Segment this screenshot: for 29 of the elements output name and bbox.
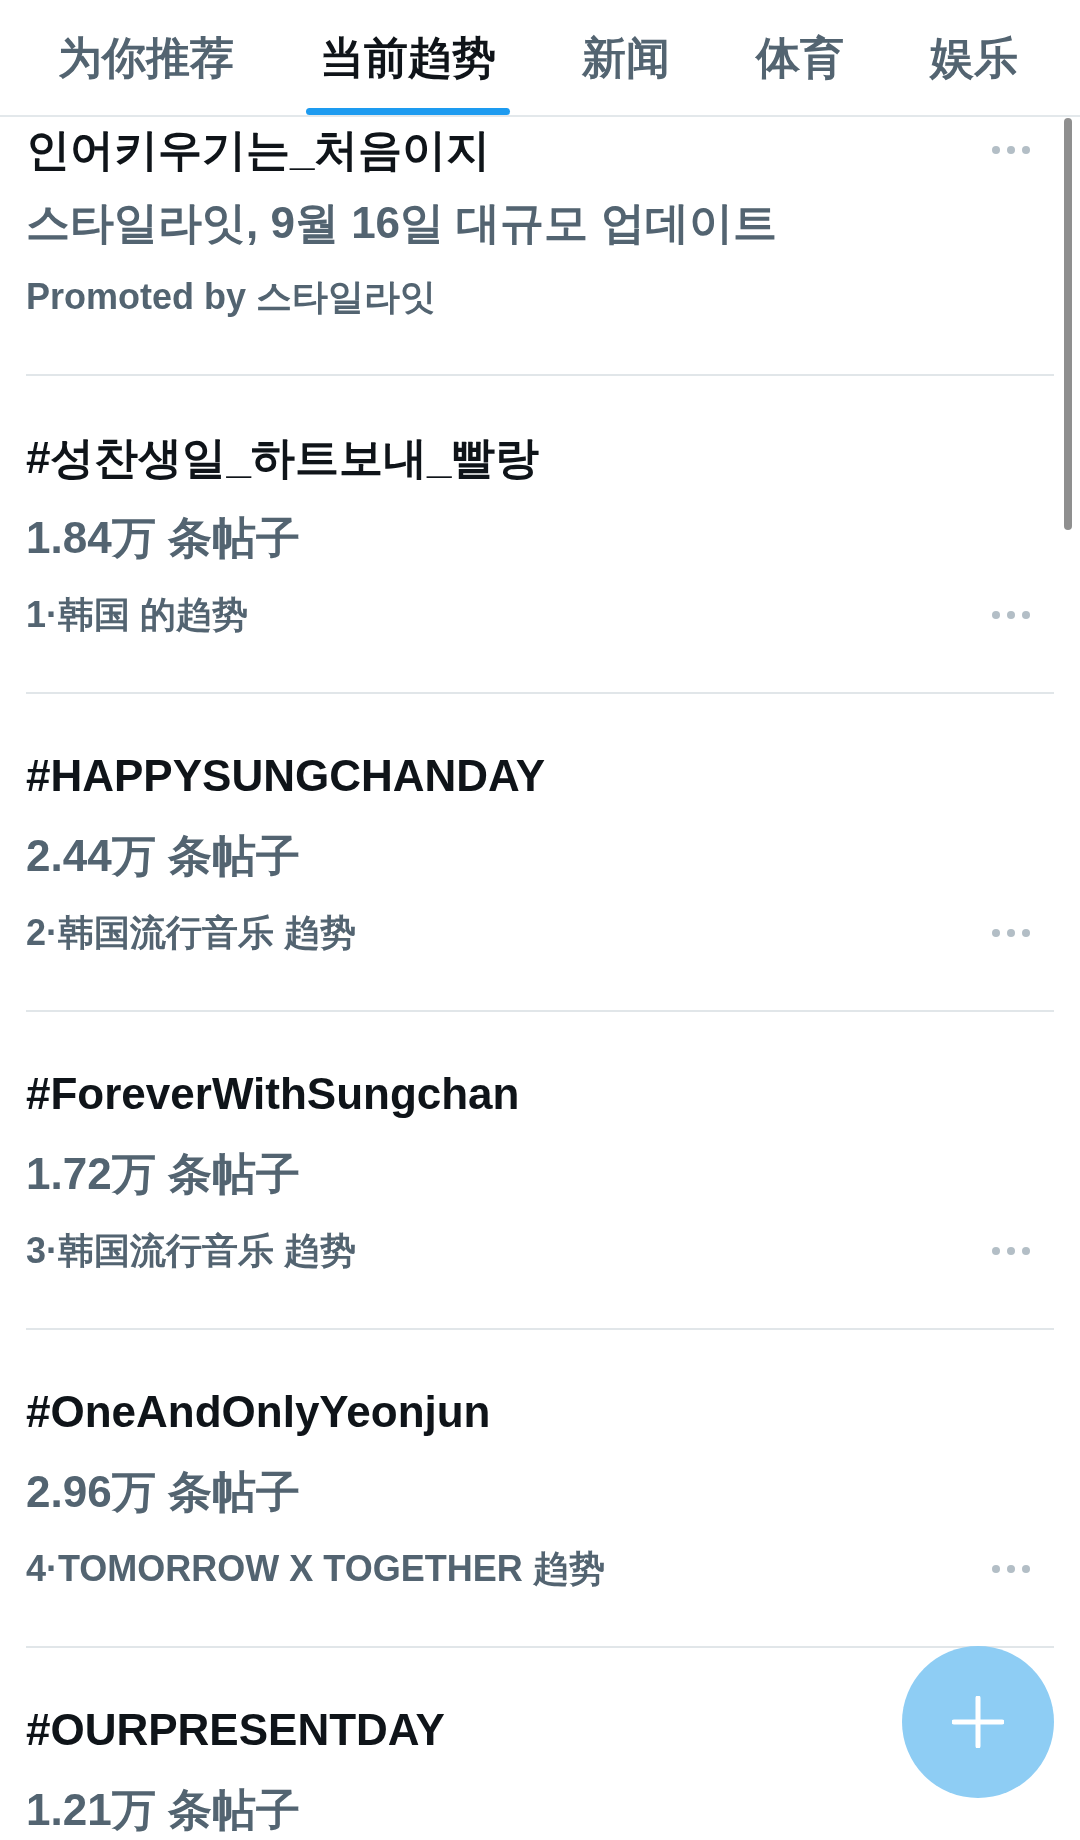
trend-title: 인어키우기는_처음이지	[26, 124, 491, 176]
trend-title: #OneAndOnlyYeonjun	[26, 1386, 491, 1438]
post-count: 1.84万 条帖子	[26, 512, 301, 564]
tab[interactable]: 当前趋势	[306, 0, 510, 115]
trend-title: #성찬생일_하트보내_빨랑	[26, 432, 540, 484]
more-icon[interactable]	[992, 146, 1030, 154]
post-count: 1.21万 条帖子	[26, 1784, 301, 1836]
tab[interactable]: 娱乐	[916, 0, 1032, 115]
post-count: 1.72万 条帖子	[26, 1148, 301, 1200]
post-count: 2.44万 条帖子	[26, 830, 301, 882]
trend-title: #HAPPYSUNGCHANDAY	[26, 750, 546, 802]
promoted-label: Promoted by 스타일라잇	[26, 275, 437, 319]
trend-title: #OURPRESENTDAY	[26, 1704, 445, 1756]
more-icon[interactable]	[992, 1565, 1030, 1573]
trend-context: 1·韩国 的趋势	[26, 593, 248, 637]
trend-context: 4·TOMORROW X TOGETHER 趋势	[26, 1547, 605, 1591]
trend-title: #ForeverWithSungchan	[26, 1068, 520, 1120]
post-count: 2.96万 条帖子	[26, 1466, 301, 1518]
scrollbar[interactable]	[1064, 118, 1072, 530]
more-icon[interactable]	[992, 611, 1030, 619]
tab[interactable]: 体育	[742, 0, 858, 115]
trend-context: 2·韩国流行音乐 趋势	[26, 911, 356, 955]
tab[interactable]: 为你推荐	[44, 0, 248, 115]
plus-icon	[952, 1696, 1004, 1748]
trend-context: 3·韩国流行音乐 趋势	[26, 1229, 356, 1273]
more-icon[interactable]	[992, 1247, 1030, 1255]
more-icon[interactable]	[992, 929, 1030, 937]
tab[interactable]: 新闻	[568, 0, 684, 115]
promo-description: 스타일라잇, 9월 16일 대규모 업데이트	[26, 197, 778, 249]
